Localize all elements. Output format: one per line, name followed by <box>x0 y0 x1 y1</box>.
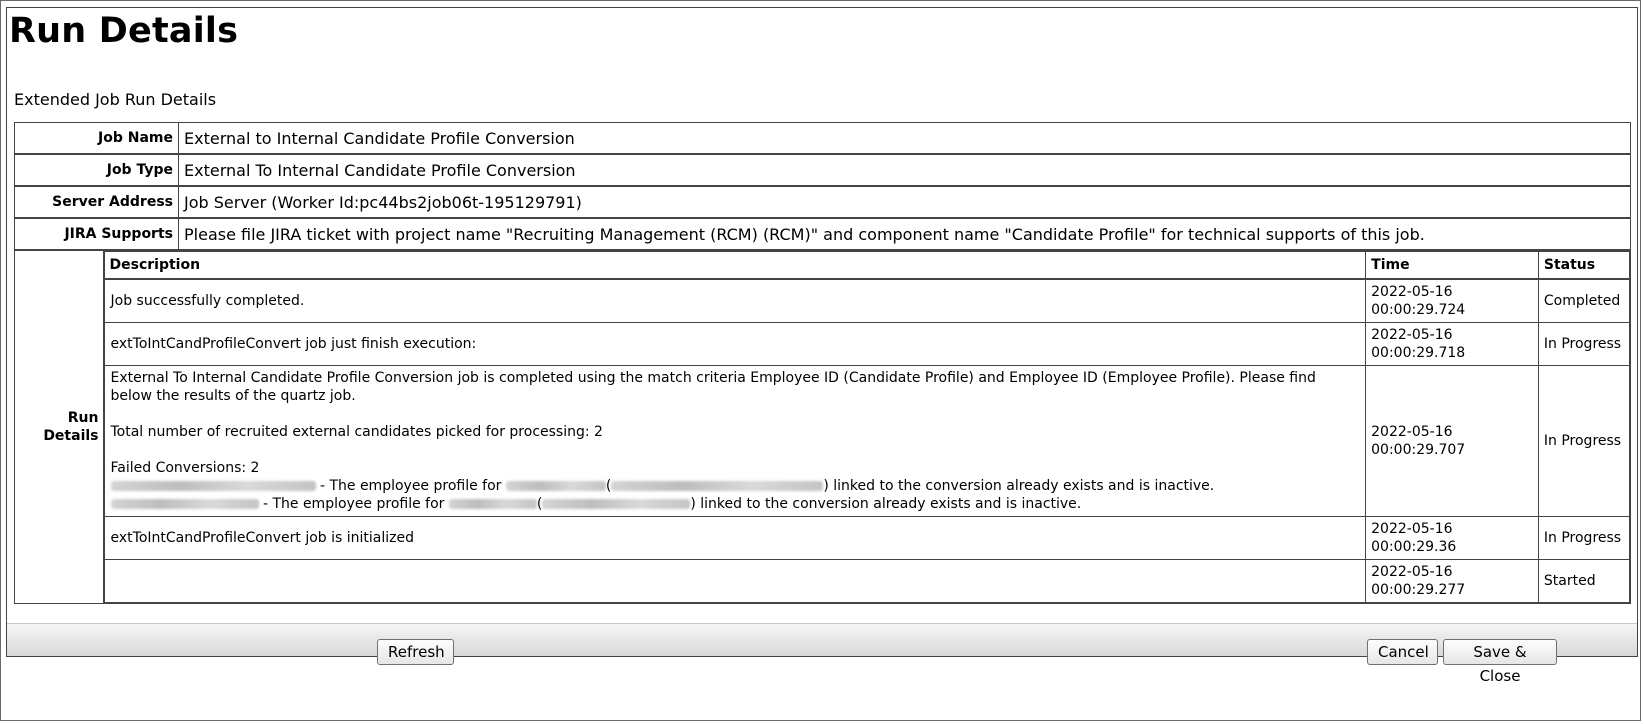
status-header: Status <box>1537 251 1631 280</box>
row-time: 2022-05-16 00:00:29.707 <box>1365 365 1539 517</box>
description-failed: Failed Conversions: 2 <box>110 460 260 476</box>
table-row: Job successfully completed. 2022-05-16 00… <box>103 278 1631 323</box>
page-subtitle: Extended Job Run Details <box>14 90 217 109</box>
table-row: extToIntCandProfileConvert job is initia… <box>103 516 1631 560</box>
server-address-row: Server Address Job Server (Worker Id:pc4… <box>14 185 1631 219</box>
run-log-header: Description Time Status <box>103 251 1631 280</box>
row-time: 2022-05-16 00:00:29.36 <box>1365 516 1539 560</box>
description-header: Description <box>103 251 1367 280</box>
row-time: 2022-05-16 00:00:29.724 <box>1365 278 1539 323</box>
description-total: Total number of recruited external candi… <box>110 424 603 440</box>
time-header: Time <box>1365 251 1539 280</box>
row-description: External To Internal Candidate Profile C… <box>103 365 1367 517</box>
run-details-label: Run Details <box>15 251 104 603</box>
row-status: In Progress <box>1537 516 1631 560</box>
row-status: In Progress <box>1537 322 1631 366</box>
job-type-row: Job Type External To Internal Candidate … <box>14 153 1631 187</box>
failure-line-2: - The employee profile for () linked to … <box>110 495 1361 513</box>
job-name-label: Job Name <box>14 122 179 155</box>
job-details-table: Job Name External to Internal Candidate … <box>14 122 1631 604</box>
run-details-panel: Run Details Extended Job Run Details Job… <box>6 7 1638 657</box>
job-name-row: Job Name External to Internal Candidate … <box>14 122 1631 155</box>
redacted-email <box>611 481 824 491</box>
table-row: External To Internal Candidate Profile C… <box>103 365 1631 517</box>
job-name-value: External to Internal Candidate Profile C… <box>178 122 1631 155</box>
job-type-value: External To Internal Candidate Profile C… <box>178 153 1631 187</box>
jira-supports-row: JIRA Supports Please file JIRA ticket wi… <box>14 217 1631 251</box>
server-address-value: Job Server (Worker Id:pc44bs2job06t-1951… <box>178 185 1631 219</box>
page-title: Run Details <box>9 11 239 51</box>
run-details-row: Run Details Description Time Status Job … <box>14 249 1631 604</box>
jira-supports-label: JIRA Supports <box>14 217 179 251</box>
redacted-name <box>505 481 606 491</box>
table-row: 2022-05-16 00:00:29.277 Started <box>103 559 1631 603</box>
redacted-email <box>110 499 259 509</box>
jira-supports-value: Please file JIRA ticket with project nam… <box>178 217 1631 251</box>
row-description: Job successfully completed. <box>103 278 1367 323</box>
row-time: 2022-05-16 00:00:29.277 <box>1365 559 1539 603</box>
redacted-email <box>542 499 691 509</box>
job-type-label: Job Type <box>14 153 179 187</box>
table-row: extToIntCandProfileConvert job just fini… <box>103 322 1631 366</box>
redacted-email <box>110 481 316 491</box>
row-description <box>103 559 1367 603</box>
save-close-button[interactable]: Save & Close <box>1443 639 1557 685</box>
row-status: Completed <box>1537 278 1631 323</box>
row-description: extToIntCandProfileConvert job just fini… <box>103 322 1367 366</box>
row-status: In Progress <box>1537 365 1631 517</box>
row-time: 2022-05-16 00:00:29.718 <box>1365 322 1539 366</box>
redacted-name <box>448 499 537 509</box>
description-summary: External To Internal Candidate Profile C… <box>110 370 1316 404</box>
row-status: Started <box>1537 559 1631 603</box>
server-address-label: Server Address <box>14 185 179 219</box>
refresh-button[interactable]: Refresh <box>377 639 454 665</box>
run-log-table: Description Time Status Job successfully… <box>103 251 1631 603</box>
failure-line-1: - The employee profile for () linked to … <box>110 477 1361 495</box>
row-description: extToIntCandProfileConvert job is initia… <box>103 516 1367 560</box>
cancel-button[interactable]: Cancel <box>1367 639 1438 665</box>
